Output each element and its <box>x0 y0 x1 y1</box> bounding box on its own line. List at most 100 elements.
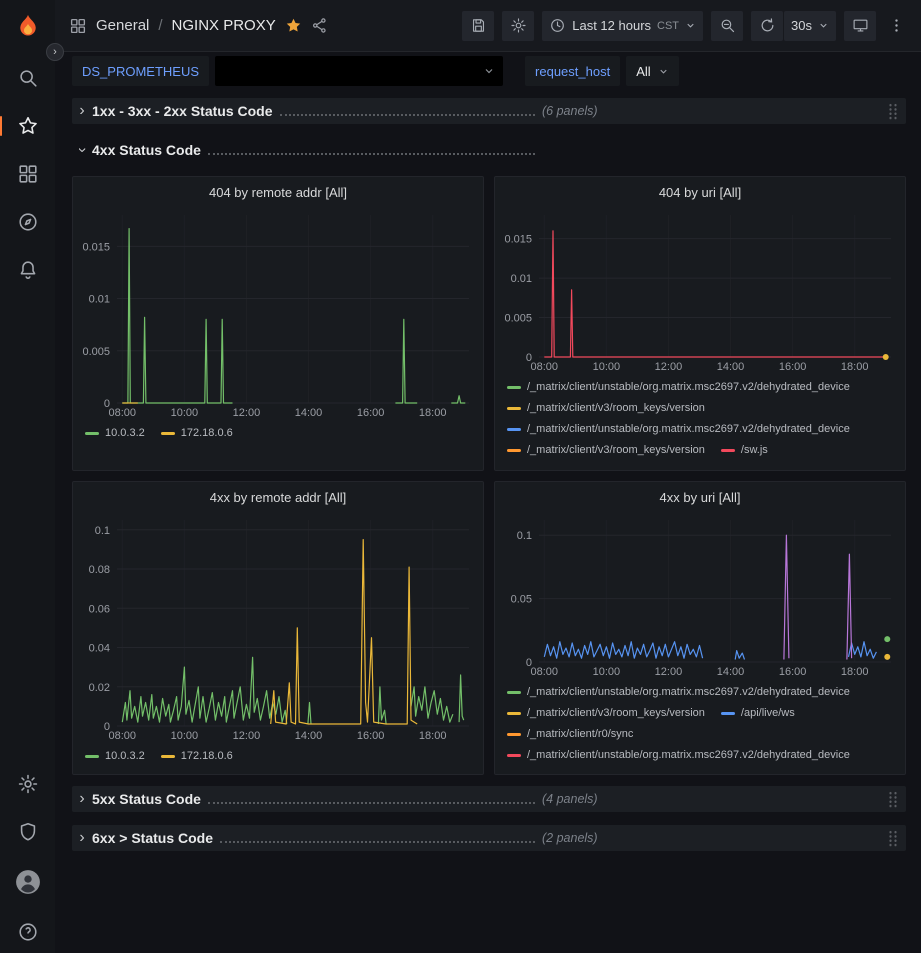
legend-swatch <box>507 691 521 694</box>
svg-text:08:00: 08:00 <box>109 730 137 742</box>
share-icon <box>311 17 328 34</box>
legend-swatch <box>721 449 735 452</box>
legend-item[interactable]: /_matrix/client/unstable/org.matrix.msc2… <box>507 685 850 699</box>
legend-item[interactable]: 10.0.3.2 <box>85 426 145 440</box>
svg-text:18:00: 18:00 <box>419 730 447 742</box>
clock-icon <box>549 17 566 34</box>
timeseries-chart[interactable]: 08:0010:0012:0014:0016:0018:0000.020.040… <box>73 512 483 742</box>
svg-text:0.06: 0.06 <box>89 603 110 615</box>
row-lead: › 5xx Status Code <box>76 791 542 807</box>
svg-text:14:00: 14:00 <box>295 730 323 742</box>
request-host-select-value: All <box>636 64 650 79</box>
legend-item[interactable]: 10.0.3.2 <box>85 749 145 763</box>
request-host-variable-label: request_host <box>525 56 620 86</box>
time-range-label: Last 12 hours <box>572 18 651 33</box>
gear-icon <box>17 773 39 795</box>
drag-handle-icon[interactable] <box>888 830 898 847</box>
svg-text:08:00: 08:00 <box>109 407 137 419</box>
svg-text:0.005: 0.005 <box>82 346 110 358</box>
legend-item[interactable]: /_matrix/client/v3/room_keys/version <box>507 401 705 415</box>
sidebar-item-explore[interactable] <box>17 211 39 233</box>
refresh-dashboard-button[interactable] <box>751 11 783 41</box>
star-filled-icon <box>285 17 302 34</box>
favorite-star-button[interactable] <box>285 17 302 34</box>
datasource-select[interactable] <box>215 56 503 86</box>
row-dots-leader <box>280 107 535 116</box>
cycle-view-mode-button[interactable] <box>844 11 876 41</box>
sidebar-item-help[interactable] <box>17 921 39 943</box>
panel-title[interactable]: 4xx by remote addr [All] <box>73 482 483 512</box>
dashboard-content: › 1xx - 3xx - 2xx Status Code (6 panels)… <box>55 90 921 953</box>
sidebar-item-settings[interactable] <box>17 773 39 795</box>
panel-404-by-remote-addr: 404 by remote addr [All] 08:0010:0012:00… <box>72 176 484 471</box>
refresh-interval-picker[interactable]: 30s <box>784 11 836 41</box>
grafana-logo[interactable] <box>13 12 43 42</box>
dashboards-icon <box>17 163 39 185</box>
panel-title[interactable]: 4xx by uri [All] <box>495 482 905 512</box>
expand-sidebar-button[interactable]: › <box>46 43 64 61</box>
panel-title[interactable]: 404 by uri [All] <box>495 177 905 207</box>
panel-title[interactable]: 404 by remote addr [All] <box>73 177 483 207</box>
dashboard-row-5xx[interactable]: › 5xx Status Code (4 panels) <box>72 786 906 812</box>
sidebar-item-profile[interactable] <box>15 869 41 895</box>
timezone-label: CST <box>657 20 679 32</box>
legend-item[interactable]: /_matrix/client/unstable/org.matrix.msc2… <box>507 380 850 394</box>
legend-item[interactable]: /api/live/ws <box>721 706 795 720</box>
refresh-group: 30s <box>751 11 836 41</box>
share-dashboard-button[interactable] <box>311 17 328 34</box>
more-options-button[interactable] <box>884 11 909 41</box>
row-title: 5xx Status Code <box>92 791 201 807</box>
legend-item[interactable]: /_matrix/client/v3/room_keys/version <box>507 443 705 457</box>
main-area: General / NGINX PROXY <box>55 0 921 953</box>
svg-text:0: 0 <box>526 657 532 669</box>
legend-swatch <box>161 755 175 758</box>
legend-item[interactable]: /sw.js <box>721 443 768 457</box>
zoom-out-time-button[interactable] <box>711 11 743 41</box>
breadcrumb-folder[interactable]: General <box>96 17 149 34</box>
dashboard-row-6xx[interactable]: › 6xx > Status Code (2 panels) <box>72 825 906 851</box>
chevron-right-icon: › <box>76 830 88 846</box>
row-dots-leader <box>220 834 535 843</box>
legend-item[interactable]: 172.18.0.6 <box>161 426 233 440</box>
svg-text:0: 0 <box>526 352 532 364</box>
svg-text:10:00: 10:00 <box>171 730 199 742</box>
sidebar-item-starred[interactable] <box>17 115 39 137</box>
svg-text:0.015: 0.015 <box>82 241 110 253</box>
svg-text:0.08: 0.08 <box>89 564 110 576</box>
sidebar-item-search[interactable] <box>17 67 39 89</box>
legend-swatch <box>507 733 521 736</box>
legend-label: /_matrix/client/v3/room_keys/version <box>527 443 705 457</box>
legend-label: 10.0.3.2 <box>105 749 145 763</box>
row-title: 6xx > Status Code <box>92 830 213 846</box>
sidebar-item-dashboards[interactable] <box>17 163 39 185</box>
legend-label: 172.18.0.6 <box>181 426 233 440</box>
sidebar-top-nav <box>17 67 39 281</box>
dashboard-settings-button[interactable] <box>502 11 534 41</box>
timeseries-chart[interactable]: 08:0010:0012:0014:0016:0018:0000.050.1 <box>495 512 905 678</box>
timeseries-chart[interactable]: 08:0010:0012:0014:0016:0018:0000.0050.01… <box>73 207 483 419</box>
legend-item[interactable]: /_matrix/client/unstable/org.matrix.msc2… <box>507 748 850 762</box>
legend-item[interactable]: 172.18.0.6 <box>161 749 233 763</box>
legend-item[interactable]: /_matrix/client/unstable/org.matrix.msc2… <box>507 422 850 436</box>
dashboard-row-4xx[interactable]: › 4xx Status Code <box>72 137 906 163</box>
legend-swatch <box>721 712 735 715</box>
save-dashboard-button[interactable] <box>462 11 494 41</box>
svg-text:0.1: 0.1 <box>95 525 110 537</box>
drag-handle-icon[interactable] <box>888 103 898 120</box>
bell-icon <box>17 259 39 281</box>
row-lead: › 1xx - 3xx - 2xx Status Code <box>76 103 542 119</box>
panel-legend: 10.0.3.2 172.18.0.6 <box>73 742 483 774</box>
dashboard-title: NGINX PROXY <box>172 17 276 34</box>
svg-text:14:00: 14:00 <box>717 666 745 678</box>
search-icon <box>17 67 39 89</box>
drag-handle-icon[interactable] <box>888 791 898 808</box>
sidebar-item-alerting[interactable] <box>17 259 39 281</box>
request-host-select[interactable]: All <box>626 56 678 86</box>
timeseries-chart[interactable]: 08:0010:0012:0014:0016:0018:0000.0050.01… <box>495 207 905 373</box>
dashboard-row-1xx-3xx-2xx[interactable]: › 1xx - 3xx - 2xx Status Code (6 panels) <box>72 98 906 124</box>
time-range-picker[interactable]: Last 12 hours CST <box>542 11 703 41</box>
svg-text:08:00: 08:00 <box>531 361 559 373</box>
legend-item[interactable]: /_matrix/client/v3/room_keys/version <box>507 706 705 720</box>
sidebar-item-server-admin[interactable] <box>17 821 39 843</box>
legend-item[interactable]: /_matrix/client/r0/sync <box>507 727 633 741</box>
